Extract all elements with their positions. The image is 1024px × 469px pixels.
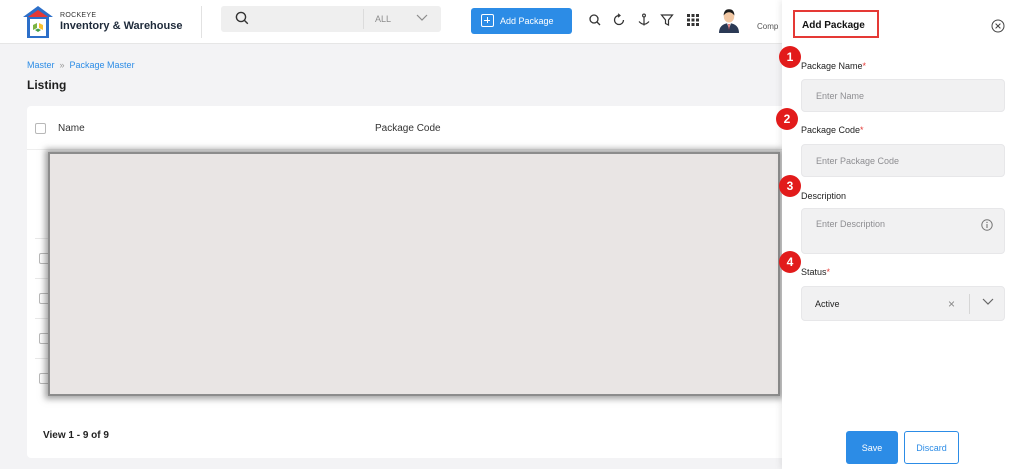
brand-tagline: ROCKEYE xyxy=(60,12,97,19)
package-name-label: Package Name* xyxy=(801,61,866,71)
close-icon[interactable] xyxy=(991,19,1005,33)
required-marker: * xyxy=(860,125,864,135)
anchor-icon[interactable] xyxy=(637,13,651,27)
company-label[interactable]: Comp xyxy=(757,22,778,31)
step-badge-2: 2 xyxy=(776,108,798,130)
required-marker: * xyxy=(826,267,831,277)
column-header-name[interactable]: Name xyxy=(58,123,85,134)
grid-icon[interactable] xyxy=(686,13,700,27)
refresh-icon[interactable] xyxy=(612,13,626,27)
add-package-label: Add Package xyxy=(500,16,554,26)
add-package-button[interactable]: Add Package xyxy=(471,8,572,34)
package-code-input[interactable] xyxy=(801,144,1005,177)
package-name-input[interactable] xyxy=(801,79,1005,112)
required-marker: * xyxy=(862,61,867,71)
info-icon[interactable] xyxy=(981,219,993,231)
status-label-text: Status xyxy=(801,267,827,277)
brand-name: Inventory & Warehouse xyxy=(60,20,183,32)
chevron-right-icon: » xyxy=(59,60,65,70)
plus-icon xyxy=(481,14,494,27)
save-button[interactable]: Save xyxy=(846,431,898,464)
page-title: Listing xyxy=(27,78,67,92)
discard-button[interactable]: Discard xyxy=(904,431,959,464)
row-divider xyxy=(35,278,49,279)
header-divider xyxy=(201,6,202,38)
search-icon[interactable] xyxy=(588,13,602,27)
status-value: Active xyxy=(815,299,840,309)
package-code-label: Package Code* xyxy=(801,125,864,135)
row-divider xyxy=(35,238,49,239)
status-label: Status* xyxy=(801,267,830,277)
avatar[interactable] xyxy=(718,7,740,33)
search-scope-select[interactable]: ALL xyxy=(375,14,391,24)
search-icon[interactable] xyxy=(235,11,249,25)
select-all-checkbox[interactable] xyxy=(35,123,46,134)
search-separator xyxy=(363,9,364,29)
filter-icon[interactable] xyxy=(660,13,674,27)
step-badge-1: 1 xyxy=(779,46,801,68)
package-code-label-text: Package Code xyxy=(801,125,861,135)
breadcrumb: Master » Package Master xyxy=(27,60,135,70)
select-separator xyxy=(969,294,970,314)
drawer-title: Add Package xyxy=(802,20,865,31)
drawer-title-highlight: Add Package xyxy=(793,10,879,38)
table-header: Name Package Code xyxy=(27,106,797,150)
description-label: Description xyxy=(801,191,847,201)
step-badge-4: 4 xyxy=(779,251,801,273)
global-search[interactable]: ALL xyxy=(221,6,441,32)
status-select[interactable]: Active × xyxy=(801,286,1005,321)
package-name-label-text: Package Name xyxy=(801,61,863,71)
clear-icon[interactable]: × xyxy=(948,297,955,311)
breadcrumb-package-master[interactable]: Package Master xyxy=(70,60,135,70)
blurred-table-content xyxy=(48,152,780,396)
column-header-package-code[interactable]: Package Code xyxy=(375,123,441,134)
row-divider xyxy=(35,358,49,359)
row-divider xyxy=(35,318,49,319)
pagination-summary: View 1 - 9 of 9 xyxy=(43,430,109,441)
chevron-down-icon[interactable] xyxy=(982,298,994,306)
chevron-down-icon[interactable] xyxy=(416,14,428,22)
breadcrumb-master[interactable]: Master xyxy=(27,60,55,70)
step-badge-3: 3 xyxy=(779,175,801,197)
add-package-drawer: Add Package 1 Package Name* 2 Package Co… xyxy=(776,0,1024,469)
description-textarea[interactable] xyxy=(801,208,1005,254)
logo-icon xyxy=(23,6,53,38)
